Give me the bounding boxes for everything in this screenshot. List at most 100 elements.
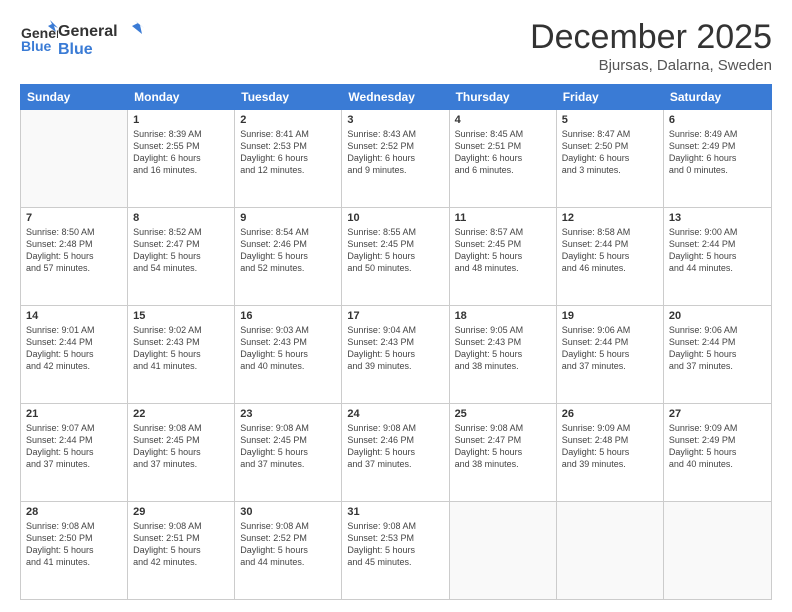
- calendar-header: SundayMondayTuesdayWednesdayThursdayFrid…: [20, 84, 772, 110]
- day-info: Sunrise: 9:09 AM Sunset: 2:48 PM Dayligh…: [562, 422, 658, 471]
- svg-text:General: General: [58, 23, 118, 40]
- logo-svg: General Blue: [58, 18, 148, 60]
- calendar-week-1: 7 Sunrise: 8:50 AM Sunset: 2:48 PM Daylig…: [21, 208, 771, 306]
- calendar-day-19: 19 Sunrise: 9:06 AM Sunset: 2:44 PM Dayli…: [557, 306, 664, 403]
- day-number: 5: [562, 114, 658, 126]
- calendar-week-2: 14 Sunrise: 9:01 AM Sunset: 2:44 PM Dayli…: [21, 306, 771, 404]
- day-info: Sunrise: 9:08 AM Sunset: 2:46 PM Dayligh…: [347, 422, 443, 471]
- day-info: Sunrise: 9:00 AM Sunset: 2:44 PM Dayligh…: [669, 226, 766, 275]
- calendar-day-12: 12 Sunrise: 8:58 AM Sunset: 2:44 PM Dayli…: [557, 208, 664, 305]
- calendar-day-7: 7 Sunrise: 8:50 AM Sunset: 2:48 PM Daylig…: [21, 208, 128, 305]
- day-number: 20: [669, 310, 766, 322]
- day-info: Sunrise: 8:54 AM Sunset: 2:46 PM Dayligh…: [240, 226, 336, 275]
- day-number: 2: [240, 114, 336, 126]
- day-info: Sunrise: 9:07 AM Sunset: 2:44 PM Dayligh…: [26, 422, 122, 471]
- day-header-monday: Monday: [128, 85, 235, 109]
- calendar: SundayMondayTuesdayWednesdayThursdayFrid…: [20, 84, 772, 600]
- svg-text:Blue: Blue: [21, 38, 52, 54]
- day-info: Sunrise: 8:41 AM Sunset: 2:53 PM Dayligh…: [240, 128, 336, 177]
- calendar-empty-cell: [450, 502, 557, 599]
- day-info: Sunrise: 9:08 AM Sunset: 2:47 PM Dayligh…: [455, 422, 551, 471]
- calendar-day-10: 10Sunrise: 8:55 AM Sunset: 2:45 PM Dayli…: [342, 208, 449, 305]
- day-info: Sunrise: 9:02 AM Sunset: 2:43 PM Dayligh…: [133, 324, 229, 373]
- day-header-sunday: Sunday: [21, 85, 128, 109]
- day-header-thursday: Thursday: [450, 85, 557, 109]
- day-info: Sunrise: 9:04 AM Sunset: 2:43 PM Dayligh…: [347, 324, 443, 373]
- day-number: 28: [26, 506, 122, 518]
- day-number: 13: [669, 212, 766, 224]
- calendar-day-30: 30 Sunrise: 9:08 AM Sunset: 2:52 PM Dayli…: [235, 502, 342, 599]
- day-number: 6: [669, 114, 766, 126]
- calendar-week-0: 1Sunrise: 8:39 AM Sunset: 2:55 PM Daylig…: [21, 110, 771, 208]
- calendar-day-21: 21Sunrise: 9:07 AM Sunset: 2:44 PM Dayli…: [21, 404, 128, 501]
- day-number: 29: [133, 506, 229, 518]
- day-number: 27: [669, 408, 766, 420]
- day-number: 12: [562, 212, 658, 224]
- logo-block: General Blue: [20, 18, 58, 61]
- day-number: 23: [240, 408, 336, 420]
- day-number: 30: [240, 506, 336, 518]
- day-info: Sunrise: 9:09 AM Sunset: 2:49 PM Dayligh…: [669, 422, 766, 471]
- header: General Blue General Blue: [20, 18, 772, 74]
- day-info: Sunrise: 9:06 AM Sunset: 2:44 PM Dayligh…: [562, 324, 658, 373]
- day-info: Sunrise: 8:58 AM Sunset: 2:44 PM Dayligh…: [562, 226, 658, 275]
- day-info: Sunrise: 8:55 AM Sunset: 2:45 PM Dayligh…: [347, 226, 443, 275]
- calendar-day-31: 31 Sunrise: 9:08 AM Sunset: 2:53 PM Dayli…: [342, 502, 449, 599]
- calendar-day-29: 29 Sunrise: 9:08 AM Sunset: 2:51 PM Dayli…: [128, 502, 235, 599]
- day-info: Sunrise: 8:57 AM Sunset: 2:45 PM Dayligh…: [455, 226, 551, 275]
- calendar-empty-cell: [21, 110, 128, 207]
- day-info: Sunrise: 8:49 AM Sunset: 2:49 PM Dayligh…: [669, 128, 766, 177]
- day-info: Sunrise: 9:05 AM Sunset: 2:43 PM Dayligh…: [455, 324, 551, 373]
- calendar-empty-cell: [664, 502, 771, 599]
- day-header-tuesday: Tuesday: [235, 85, 342, 109]
- day-number: 25: [455, 408, 551, 420]
- day-number: 11: [455, 212, 551, 224]
- day-info: Sunrise: 8:47 AM Sunset: 2:50 PM Dayligh…: [562, 128, 658, 177]
- day-info: Sunrise: 8:45 AM Sunset: 2:51 PM Dayligh…: [455, 128, 551, 177]
- svg-text:Blue: Blue: [58, 41, 93, 58]
- calendar-day-13: 13 Sunrise: 9:00 AM Sunset: 2:44 PM Dayli…: [664, 208, 771, 305]
- calendar-day-27: 27 Sunrise: 9:09 AM Sunset: 2:49 PM Dayli…: [664, 404, 771, 501]
- day-number: 22: [133, 408, 229, 420]
- location-title: Bjursas, Dalarna, Sweden: [530, 57, 772, 74]
- day-info: Sunrise: 9:06 AM Sunset: 2:44 PM Dayligh…: [669, 324, 766, 373]
- day-number: 9: [240, 212, 336, 224]
- day-info: Sunrise: 8:43 AM Sunset: 2:52 PM Dayligh…: [347, 128, 443, 177]
- day-info: Sunrise: 9:08 AM Sunset: 2:53 PM Dayligh…: [347, 520, 443, 569]
- calendar-day-3: 3Sunrise: 8:43 AM Sunset: 2:52 PM Daylig…: [342, 110, 449, 207]
- day-number: 31: [347, 506, 443, 518]
- calendar-day-14: 14 Sunrise: 9:01 AM Sunset: 2:44 PM Dayli…: [21, 306, 128, 403]
- calendar-week-4: 28Sunrise: 9:08 AM Sunset: 2:50 PM Dayli…: [21, 502, 771, 599]
- day-number: 19: [562, 310, 658, 322]
- day-number: 24: [347, 408, 443, 420]
- day-number: 18: [455, 310, 551, 322]
- calendar-day-4: 4Sunrise: 8:45 AM Sunset: 2:51 PM Daylig…: [450, 110, 557, 207]
- day-info: Sunrise: 9:03 AM Sunset: 2:43 PM Dayligh…: [240, 324, 336, 373]
- calendar-day-2: 2 Sunrise: 8:41 AM Sunset: 2:53 PM Daylig…: [235, 110, 342, 207]
- calendar-day-9: 9 Sunrise: 8:54 AM Sunset: 2:46 PM Daylig…: [235, 208, 342, 305]
- day-header-friday: Friday: [557, 85, 664, 109]
- day-info: Sunrise: 9:01 AM Sunset: 2:44 PM Dayligh…: [26, 324, 122, 373]
- month-title: December 2025: [530, 18, 772, 57]
- day-number: 1: [133, 114, 229, 126]
- calendar-empty-cell: [557, 502, 664, 599]
- calendar-day-17: 17Sunrise: 9:04 AM Sunset: 2:43 PM Dayli…: [342, 306, 449, 403]
- calendar-day-24: 24 Sunrise: 9:08 AM Sunset: 2:46 PM Dayli…: [342, 404, 449, 501]
- day-info: Sunrise: 8:50 AM Sunset: 2:48 PM Dayligh…: [26, 226, 122, 275]
- calendar-day-16: 16Sunrise: 9:03 AM Sunset: 2:43 PM Dayli…: [235, 306, 342, 403]
- day-number: 7: [26, 212, 122, 224]
- day-info: Sunrise: 9:08 AM Sunset: 2:45 PM Dayligh…: [133, 422, 229, 471]
- day-number: 15: [133, 310, 229, 322]
- day-info: Sunrise: 9:08 AM Sunset: 2:52 PM Dayligh…: [240, 520, 336, 569]
- day-info: Sunrise: 8:52 AM Sunset: 2:47 PM Dayligh…: [133, 226, 229, 275]
- day-number: 8: [133, 212, 229, 224]
- day-header-saturday: Saturday: [664, 85, 771, 109]
- calendar-day-26: 26Sunrise: 9:09 AM Sunset: 2:48 PM Dayli…: [557, 404, 664, 501]
- calendar-day-23: 23Sunrise: 9:08 AM Sunset: 2:45 PM Dayli…: [235, 404, 342, 501]
- calendar-day-28: 28Sunrise: 9:08 AM Sunset: 2:50 PM Dayli…: [21, 502, 128, 599]
- calendar-day-18: 18 Sunrise: 9:05 AM Sunset: 2:43 PM Dayli…: [450, 306, 557, 403]
- day-info: Sunrise: 9:08 AM Sunset: 2:51 PM Dayligh…: [133, 520, 229, 569]
- calendar-day-6: 6 Sunrise: 8:49 AM Sunset: 2:49 PM Daylig…: [664, 110, 771, 207]
- day-number: 14: [26, 310, 122, 322]
- calendar-day-20: 20 Sunrise: 9:06 AM Sunset: 2:44 PM Dayli…: [664, 306, 771, 403]
